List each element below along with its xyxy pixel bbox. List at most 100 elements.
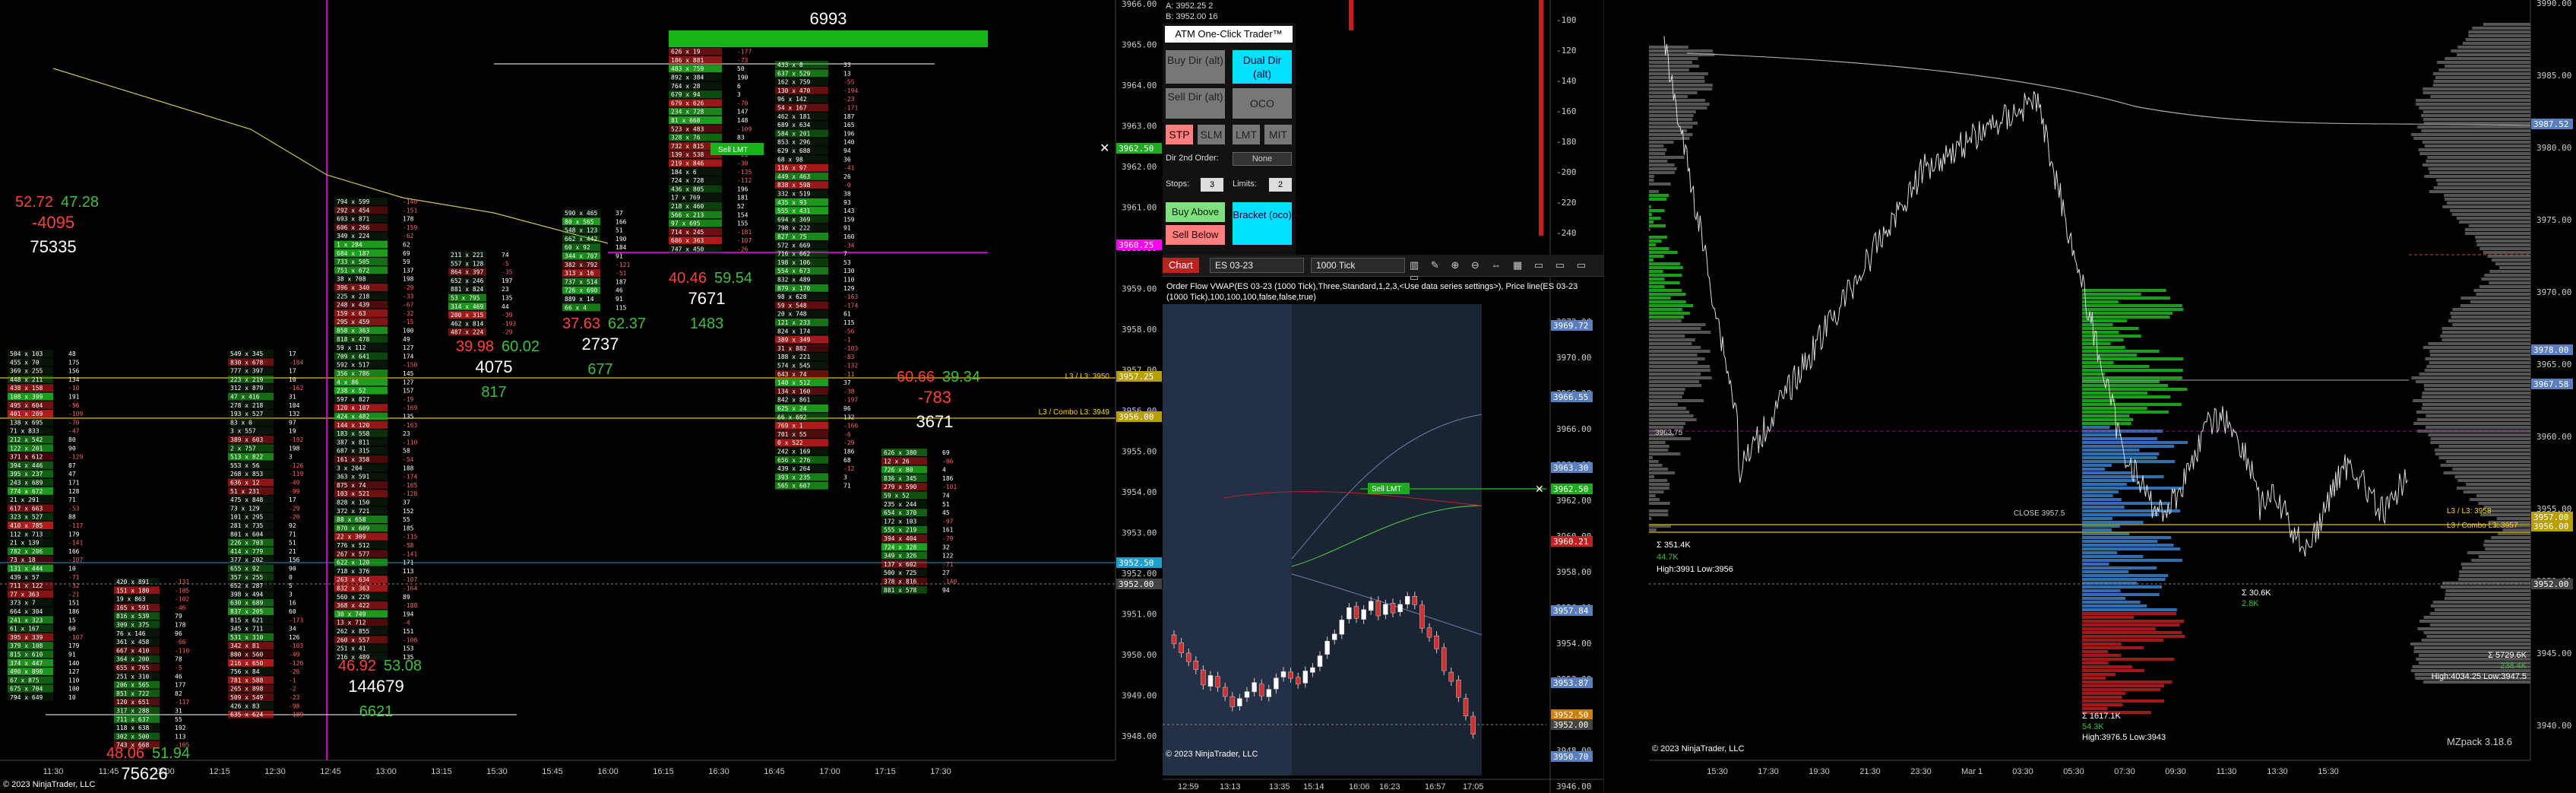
volume-profile-bar (1649, 171, 1675, 174)
bracket-oco-button[interactable]: Bracket (oco) (1233, 202, 1292, 245)
chart-toolbar: Chart ES 03-23 1000 Tick ▥ ✎ ⊕ ⊖ ⇔ ▦ ▭ ▭… (1163, 255, 1603, 283)
slm-button[interactable]: SLM (1198, 125, 1225, 144)
footprint-cell-text: 837 x 205 (230, 608, 264, 615)
candle (1215, 676, 1220, 688)
stops-stepper[interactable]: 3 (1201, 178, 1223, 192)
delta-cell-text: -119 (289, 471, 303, 477)
delta-cell-text: 48 (68, 351, 76, 357)
footprint-cell-text: 875 x 74 (337, 482, 366, 489)
footprint-cell-text: 781 x 588 (230, 677, 264, 684)
volume-profile-bar (2082, 517, 2112, 520)
volume-profile-bar (2447, 201, 2530, 205)
volume-profile-bar (2464, 228, 2530, 231)
footprint-cell-text: 709 x 641 (337, 353, 370, 360)
delta-cell-text: -41 (843, 165, 855, 172)
candle (1470, 715, 1476, 734)
volume-profile-bar (1649, 84, 1713, 87)
atm-one-click-trader: A: 3952.25 2 B: 3952.00 16 ATM One-Click… (1163, 2, 1296, 255)
candle (1288, 671, 1293, 679)
volume-profile-bar (1649, 72, 1708, 75)
volume-profile-bar (2082, 673, 2116, 676)
candle (1229, 696, 1236, 707)
volume-profile-bar (2082, 308, 2184, 311)
ask-pct-stat: 48.06 (106, 745, 144, 762)
volume-profile-bar (2464, 232, 2530, 235)
delta-cell-text: 130 (843, 268, 855, 274)
stp-button[interactable]: STP (1166, 125, 1193, 144)
volume-profile-chart-panel[interactable]: 3990.00 3985.00 3980.00 3975.00 3970.00 3965.… (1649, 0, 2576, 793)
footprint-cell-text: 295 x 459 (337, 319, 370, 325)
delta-cell-text: -102 (175, 596, 189, 603)
volume-profile-bar (1649, 418, 1697, 421)
volume-profile-bar (2421, 114, 2530, 117)
limits-stepper[interactable]: 2 (1269, 178, 1292, 192)
interval-select[interactable]: 1000 Tick (1311, 258, 1405, 273)
candlestick-chart[interactable]: 3972.003970.003968.003966.003964.003962.… (1163, 255, 1603, 793)
mit-button[interactable]: MIT (1264, 125, 1292, 144)
tab-chart[interactable]: Chart (1163, 258, 1199, 273)
footprint-cell-text: 832 x 489 (777, 277, 811, 284)
toolbar-icons[interactable]: ▥ ✎ ⊕ ⊖ ⇔ ▦ ▭ ▭ ▭ ▭ (1410, 259, 1592, 283)
oco-button[interactable]: OCO (1233, 88, 1292, 119)
lmt-button[interactable]: LMT (1233, 125, 1260, 144)
atm-title: ATM One-Click Trader™ (1165, 26, 1293, 43)
footprint-cell-text: 881 x 578 (884, 587, 917, 594)
delta-cell-text: -71 (68, 574, 80, 581)
volume-profile-bar (1649, 65, 1700, 68)
volume-profile-bar (2082, 623, 2180, 626)
volume-profile-bar (2468, 30, 2530, 33)
price-tick-label: 3962.00 (1556, 496, 1591, 506)
delta-cell-text: 145 (403, 370, 414, 377)
volume-profile-bar (2082, 342, 2111, 345)
footprint-cell-text: 679 x 94 (671, 91, 701, 98)
volume-profile-bar (1649, 80, 1705, 83)
instrument-select[interactable]: ES 03-23 (1210, 258, 1304, 273)
footprint-chart[interactable]: 3966.00 3965.00 3964.00 3963.00 3962.00 3961.… (0, 0, 1163, 793)
volume-profile-bar (1649, 468, 1669, 471)
delta-cell-text: 49 (403, 336, 410, 343)
mini-chart-panel[interactable]: 3972.003970.003968.003966.003964.003962.… (1163, 255, 1604, 793)
footprint-chart-panel[interactable]: 3966.00 3965.00 3964.00 3963.00 3962.00 3961.… (0, 0, 1163, 793)
volume-profile-bar (2417, 627, 2530, 630)
dir2-select[interactable]: None (1233, 152, 1292, 166)
volume-profile-bar (2495, 262, 2530, 265)
volume-profile-bar (2413, 422, 2530, 425)
delta-cell-text: 196 (737, 186, 748, 192)
delta-cell-text: 175 (68, 359, 80, 366)
volume-profile-chart[interactable]: 3990.00 3985.00 3980.00 3975.00 3970.00 3965.… (1649, 0, 2576, 793)
buy-above-button[interactable]: Buy Above (1166, 202, 1225, 222)
delta-cell-text: -129 (68, 454, 83, 461)
delta-cell-text: -115 (403, 534, 417, 541)
delta-cell-text: 166 (68, 548, 80, 555)
candle (1397, 604, 1403, 612)
buy-dir-button[interactable]: Buy Dir (alt) (1166, 50, 1225, 84)
level-label: L3 / L3: 3958 (2447, 507, 2492, 515)
delta-bar (1539, 0, 1543, 236)
footprint-cell-text: 12 x 26 (884, 458, 910, 465)
sell-dir-button[interactable]: Sell Dir (alt) (1166, 88, 1225, 119)
sell-below-button[interactable]: Sell Below (1166, 225, 1225, 245)
delta-cell-text: 83 (737, 135, 745, 141)
volume-profile-bar (2082, 646, 2144, 649)
delta-cell-text: -112 (737, 177, 752, 184)
footprint-cell-text: 828 x 150 (337, 500, 370, 506)
volume-profile-bar (1649, 380, 1699, 383)
delta-cell-text: -2 (289, 686, 296, 693)
volume-profile-bar (2082, 555, 2144, 558)
footprint-cell-text: 626 x 19 (671, 49, 701, 56)
footprint-cell-text: 138 x 695 (10, 419, 43, 426)
volume-profile-bar (1649, 384, 1701, 387)
footprint-cell-text: 130 x 470 (777, 87, 811, 94)
delta-cell-text: 31 (175, 708, 182, 715)
candle (1274, 677, 1279, 690)
volume-profile-bar (1649, 407, 1687, 410)
price-tick-label: 3985.00 (2536, 71, 2571, 81)
footprint-cell-text: 211 x 221 (451, 252, 484, 259)
delta-cell-text: -184 (289, 359, 303, 366)
delta-cell-text: 100 (68, 686, 80, 693)
time-tick-label: 19:30 (1809, 767, 1830, 776)
volume-profile-bar (2082, 354, 2138, 357)
volume-profile-bar (2082, 327, 2139, 330)
dual-dir-button[interactable]: Dual Dir (alt) (1233, 50, 1292, 84)
footprint-cell-text: 248 x 439 (337, 302, 370, 309)
